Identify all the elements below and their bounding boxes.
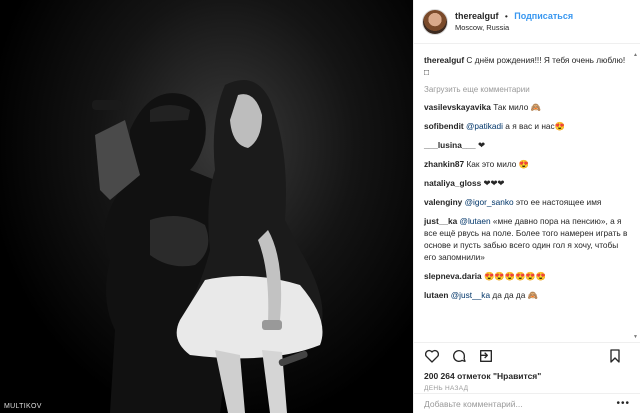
post-timestamp[interactable]: ДЕНЬ НАЗАД xyxy=(424,385,468,392)
add-comment-bar: ••• xyxy=(414,393,640,413)
comment-username[interactable]: just__ka xyxy=(424,216,457,226)
comment-mention[interactable]: @just__ka xyxy=(451,290,490,300)
follow-button[interactable]: Подписаться xyxy=(514,11,573,21)
comment-input[interactable] xyxy=(424,398,604,409)
comment-item: sofibendit @patikadi а я вас и нас😍 xyxy=(424,120,630,132)
location-link[interactable]: Moscow, Russia xyxy=(455,23,573,32)
comment-text: ❤ xyxy=(477,140,485,150)
comment-username[interactable]: zhankin87 xyxy=(424,159,464,169)
caption: therealguf С днём рождения!!! Я тебя оче… xyxy=(424,54,630,78)
comment-item: valenginy @igor_sanko это ее настоящее и… xyxy=(424,196,630,208)
comment-item: zhankin87 Как это мило 😍 xyxy=(424,158,630,170)
header-username[interactable]: therealguf xyxy=(455,11,499,21)
post-sidebar: therealguf • Подписаться Moscow, Russia … xyxy=(413,0,640,413)
comment-item: lutaen @just__ka да да да 🙈 xyxy=(424,289,630,301)
scroll-up-icon[interactable]: ▲ xyxy=(633,52,638,58)
comment-username[interactable]: lutaen xyxy=(424,290,448,300)
heart-icon[interactable] xyxy=(422,346,442,366)
comment-username[interactable]: valenginy xyxy=(424,197,462,207)
comment-text: а я вас и нас😍 xyxy=(505,121,566,131)
comment-rows: vasilevskayavika Так мило 🙈 sofibendit @p… xyxy=(424,101,630,301)
comments-scrollbar[interactable]: ▲ ▼ xyxy=(633,52,638,342)
comment-mention[interactable]: @patikadi xyxy=(466,121,503,131)
more-options-icon[interactable]: ••• xyxy=(616,398,630,409)
bookmark-icon[interactable] xyxy=(605,346,625,366)
comment-item: vasilevskayavika Так мило 🙈 xyxy=(424,101,630,113)
comment-text: 😍😍😍😍😍😍 xyxy=(483,271,546,281)
comment-username[interactable]: slepneva.daria xyxy=(424,271,482,281)
avatar[interactable] xyxy=(422,8,448,35)
likes-count[interactable]: 200 264 отметок "Нравится" xyxy=(424,371,541,381)
caption-username[interactable]: therealguf xyxy=(424,55,464,65)
post-header: therealguf • Подписаться Moscow, Russia xyxy=(414,0,640,44)
comment-username[interactable]: ___lusina___ xyxy=(424,140,476,150)
stage-performers-image xyxy=(92,80,323,413)
comment-text: да да да 🙈 xyxy=(492,290,539,300)
comment-item: ___lusina___ ❤ xyxy=(424,139,630,151)
scroll-down-icon[interactable]: ▼ xyxy=(633,334,638,340)
comment-username[interactable]: nataliya_gloss xyxy=(424,178,481,188)
comment-username[interactable]: sofibendit xyxy=(424,121,464,131)
scroll-track[interactable] xyxy=(633,58,638,334)
post-photo[interactable]: MULTIKOV xyxy=(0,0,413,413)
comment-mention[interactable]: @igor_sanko xyxy=(465,197,514,207)
comment-icon[interactable] xyxy=(449,346,469,366)
comments-list: therealguf С днём рождения!!! Я тебя оче… xyxy=(414,48,640,341)
load-more-comments[interactable]: Загрузить еще комментарии xyxy=(424,85,630,94)
comment-username[interactable]: vasilevskayavika xyxy=(424,102,491,112)
comment-item: nataliya_gloss ❤❤❤ xyxy=(424,177,630,189)
comment-text: Как это мило 😍 xyxy=(466,159,530,169)
comment-mention[interactable]: @lutaen xyxy=(460,216,491,226)
action-bar xyxy=(414,342,640,368)
comment-text: это ее настоящее имя xyxy=(515,197,602,207)
instagram-post: MULTIKOV therealguf • Подписаться Moscow… xyxy=(0,0,640,413)
comment-item: slepneva.daria 😍😍😍😍😍😍 xyxy=(424,270,630,282)
photo-watermark: MULTIKOV xyxy=(4,403,42,410)
comment-text: Так мило 🙈 xyxy=(493,102,541,112)
header-text: therealguf • Подписаться Moscow, Russia xyxy=(455,11,573,32)
comment-text: ❤❤❤ xyxy=(483,178,505,188)
comment-item: just__ka @lutaen «мне давно пора на пенс… xyxy=(424,215,630,263)
share-icon[interactable] xyxy=(476,346,496,366)
header-separator: • xyxy=(504,11,508,21)
